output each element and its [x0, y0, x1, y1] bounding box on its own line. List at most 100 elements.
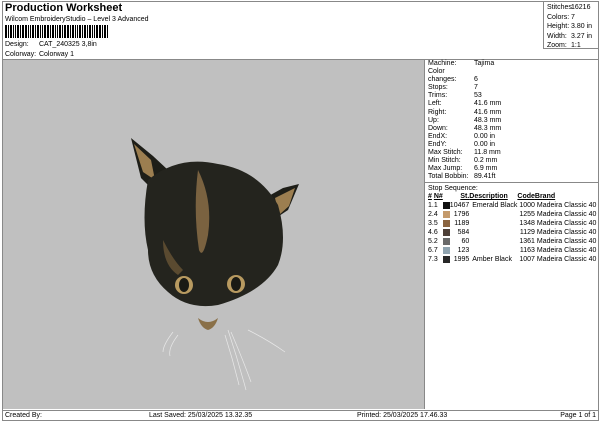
info-row: Total Bobbin: 89.41ft [428, 173, 599, 181]
info-row: Trims: 53 [428, 92, 599, 100]
barcode-bar [96, 25, 98, 38]
info-row: Color changes: 6 [428, 68, 599, 84]
barcode-bar [28, 25, 29, 38]
barcode-bar [10, 25, 12, 38]
stop-number: 7. [428, 256, 434, 264]
barcode-bar [20, 25, 21, 38]
barcode-bar [55, 25, 56, 38]
design-label: Design: [5, 41, 29, 48]
thread-brand: Madeira Classic 40 [536, 202, 597, 210]
barcode-bar [82, 25, 83, 38]
last-saved: Last Saved: 25/03/2025 13.32.35 [149, 412, 253, 419]
info-value: 3.80 in [571, 23, 593, 30]
color-number: 1 [433, 202, 438, 210]
info-row: Stops: 7 [428, 84, 599, 92]
description [469, 210, 517, 219]
description [469, 237, 517, 246]
info-row: Left: 41.6 mm [428, 100, 599, 108]
colorway-value: Colorway 1 [38, 51, 74, 58]
info-label: Zoom: [547, 42, 567, 49]
column-header: Brand [534, 193, 556, 201]
barcode-bar [42, 25, 43, 38]
stitch-count: 1189 [454, 220, 470, 228]
barcode-bar [30, 25, 31, 38]
barcode [5, 25, 130, 38]
barcode-bar [25, 25, 27, 38]
barcode-bar [92, 25, 93, 38]
info-value: 53 [474, 92, 482, 100]
table-row: 7. 3 1995 Amber Black 1007 Madeira Classic 40 [428, 255, 596, 264]
table-row: 3. 5 1189 1348 Madeira Classic 40 [428, 219, 596, 228]
thread-code: 1255 [519, 211, 535, 219]
color-swatch-cell [442, 210, 450, 219]
color-swatch-cell [442, 255, 450, 264]
barcode-bar [5, 25, 7, 38]
stop-sequence-table: # N# St. Description Code Brand 1. 1 10467 Emera… [428, 193, 596, 264]
thread-code: 1129 [519, 229, 535, 237]
barcode-bar [59, 25, 61, 38]
stitch-count: 60 [461, 238, 470, 246]
color-swatch-cell [442, 246, 450, 255]
color-swatch [442, 247, 450, 255]
info-label: Total Bobbin: [428, 173, 469, 181]
color-swatch-cell [442, 237, 450, 246]
info-row: EndY: 0.00 in [428, 141, 599, 149]
colorway-label: Colorway: [5, 51, 37, 58]
thread-code: 1361 [519, 238, 535, 246]
info-value: 89.41ft [474, 173, 496, 181]
barcode-bar [15, 25, 16, 38]
barcode-bar [64, 25, 66, 38]
info-value: 41.6 mm [474, 108, 502, 116]
barcode-bar [99, 25, 101, 38]
info-value: 41.6 mm [474, 100, 502, 108]
info-label: Min Stitch: [428, 157, 461, 165]
barcode-bar [35, 25, 36, 38]
info-value: 0.00 in [474, 140, 496, 148]
barcode-bar [62, 25, 63, 38]
footer: Created By: Last Saved: 25/03/2025 13.32… [2, 410, 599, 421]
barcode-bar [104, 25, 106, 38]
thread-code: 1348 [519, 220, 535, 228]
info-label: EndX: [428, 132, 448, 140]
barcode-bar [13, 25, 14, 38]
color-number: 2 [433, 238, 438, 246]
color-swatch [442, 220, 450, 228]
info-label: Colors: [547, 13, 570, 21]
barcode-bar [70, 25, 71, 38]
info-row: Max Stitch: 11.8 mm [428, 149, 599, 157]
stitch-count: 1995 [453, 256, 470, 264]
info-label: Max Stitch: [428, 149, 463, 157]
info-row: Height: 3.80 in [547, 22, 599, 32]
machine-info: Machine: Tajima Color changes: 6 Stops: 7 Trim… [425, 60, 599, 181]
info-value: 0.00 in [474, 132, 496, 140]
barcode-bar [67, 25, 69, 38]
cat-embroidery-image [131, 138, 299, 391]
color-number: 6 [433, 229, 438, 237]
description: Amber Black [472, 256, 512, 264]
info-label: Width: [547, 32, 567, 40]
barcode-bar [57, 25, 58, 38]
info-label: Up: [428, 116, 439, 124]
colorway-row: Colorway: Colorway 1 [5, 51, 74, 58]
info-label: Left: [428, 100, 442, 108]
info-panel: Machine: Tajima Color changes: 6 Stops: 7 Trim… [424, 60, 599, 409]
barcode-bar [87, 25, 88, 38]
info-value: 0.2 mm [474, 157, 498, 165]
barcode-bar [52, 25, 54, 38]
barcode-bar [37, 25, 39, 38]
stop-number: 1. [428, 202, 434, 210]
column-header: St. [460, 193, 470, 201]
stop-number: 4. [428, 229, 434, 237]
color-number: 5 [433, 220, 438, 228]
color-swatch [442, 202, 450, 210]
barcode-bar [17, 25, 19, 38]
stop-number: 3. [428, 220, 434, 228]
thread-code: 1007 [519, 256, 535, 264]
table-row: 1. 1 10467 Emerald Black 1000 Madeira Classic… [428, 201, 596, 210]
barcode-bar [72, 25, 74, 38]
info-row: Width: 3.27 in [547, 32, 599, 42]
stop-number: 6. [428, 247, 434, 255]
thread-brand: Madeira Classic 40 [536, 247, 597, 255]
column-header: N# [433, 193, 443, 201]
info-value: 3.27 in [571, 32, 593, 40]
